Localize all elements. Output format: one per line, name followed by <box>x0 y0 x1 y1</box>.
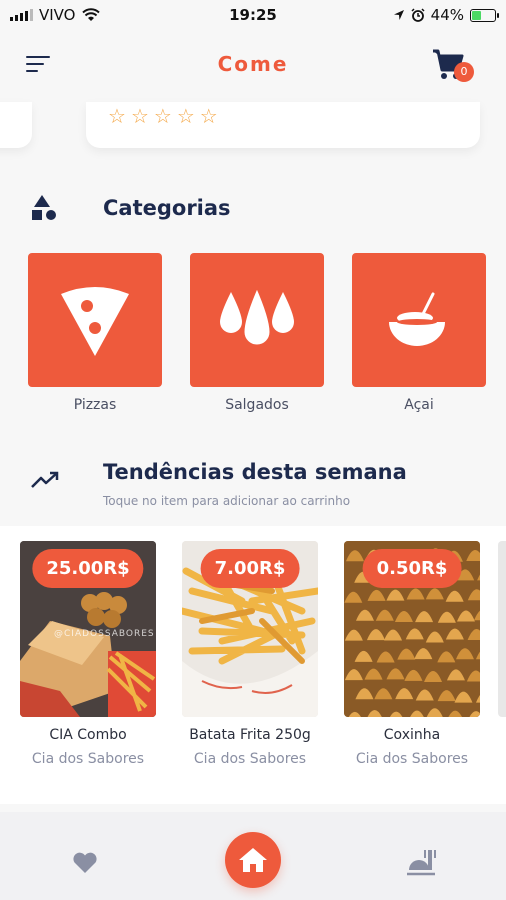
location-icon <box>393 10 404 20</box>
category-salgados[interactable]: Salgados <box>190 253 324 413</box>
alarm-icon <box>411 8 425 22</box>
category-label: Salgados <box>225 397 289 413</box>
category-acai[interactable]: Açai <box>352 253 486 413</box>
shapes-icon <box>32 195 56 220</box>
product-card[interactable]: 25.00R$ @CIADOSSABORES CIA Combo Cia dos… <box>20 541 156 767</box>
product-price: 0.50R$ <box>362 549 462 588</box>
product-card[interactable]: 7.00R$ Batata Frita 250g Cia dos Sabores <box>182 541 318 767</box>
category-label: Açai <box>404 397 434 413</box>
trending-subtitle: Toque no item para adicionar ao carrinho <box>103 494 351 508</box>
product-store: Cia dos Sabores <box>31 751 145 767</box>
product-image: 7.00R$ <box>182 541 318 717</box>
cart-count-badge: 0 <box>454 62 474 82</box>
product-store: Cia dos Sabores <box>355 751 469 767</box>
store-card[interactable]: ☆ ☆ ☆ ☆ ☆ <box>86 102 480 148</box>
bottom-nav <box>0 812 506 900</box>
home-tab[interactable] <box>225 832 281 888</box>
category-pizzas[interactable]: Pizzas <box>28 253 162 413</box>
products-carousel[interactable]: 25.00R$ @CIADOSSABORES CIA Combo Cia dos… <box>0 526 506 804</box>
product-price: 7.00R$ <box>200 549 300 588</box>
battery-icon <box>470 8 499 22</box>
rating-stars: ☆ ☆ ☆ ☆ ☆ <box>108 106 218 126</box>
product-price: 25.00R$ <box>32 549 144 588</box>
trending-title: Tendências desta semana <box>103 460 407 484</box>
drops-icon <box>220 284 294 348</box>
status-bar: VIVO 19:25 44% <box>0 0 506 30</box>
next-product-peek[interactable] <box>498 541 506 717</box>
bowl-icon <box>389 292 445 346</box>
orders-tab[interactable] <box>406 848 436 880</box>
categories-title: Categorias <box>103 196 231 220</box>
trending-icon <box>31 471 59 488</box>
product-name: CIA Combo <box>49 727 127 743</box>
photo-watermark: @CIADOSSABORES <box>54 629 155 639</box>
star-icon: ☆ <box>176 104 195 128</box>
app-title: Come <box>217 52 289 76</box>
food-tray-icon <box>407 850 436 876</box>
product-image: 25.00R$ @CIADOSSABORES <box>20 541 156 717</box>
star-icon: ☆ <box>130 104 149 128</box>
battery-percent: 44% <box>430 6 464 24</box>
category-label: Pizzas <box>73 397 117 413</box>
product-name: Batata Frita 250g <box>189 727 311 743</box>
favorites-tab[interactable] <box>72 852 98 878</box>
cart-button[interactable]: 0 <box>432 48 474 84</box>
home-icon <box>239 848 267 872</box>
app-header: Come 0 <box>0 30 506 102</box>
product-store: Cia dos Sabores <box>193 751 307 767</box>
product-name: Coxinha <box>383 727 441 743</box>
product-card[interactable]: 0.50R$ Coxinha Cia dos Sabores <box>344 541 480 767</box>
star-icon: ☆ <box>153 104 172 128</box>
star-icon: ☆ <box>199 104 218 128</box>
product-image: 0.50R$ <box>344 541 480 717</box>
pizza-icon <box>61 287 129 356</box>
store-card-partial[interactable] <box>0 102 32 148</box>
heart-icon <box>73 852 97 873</box>
star-icon: ☆ <box>108 104 126 128</box>
